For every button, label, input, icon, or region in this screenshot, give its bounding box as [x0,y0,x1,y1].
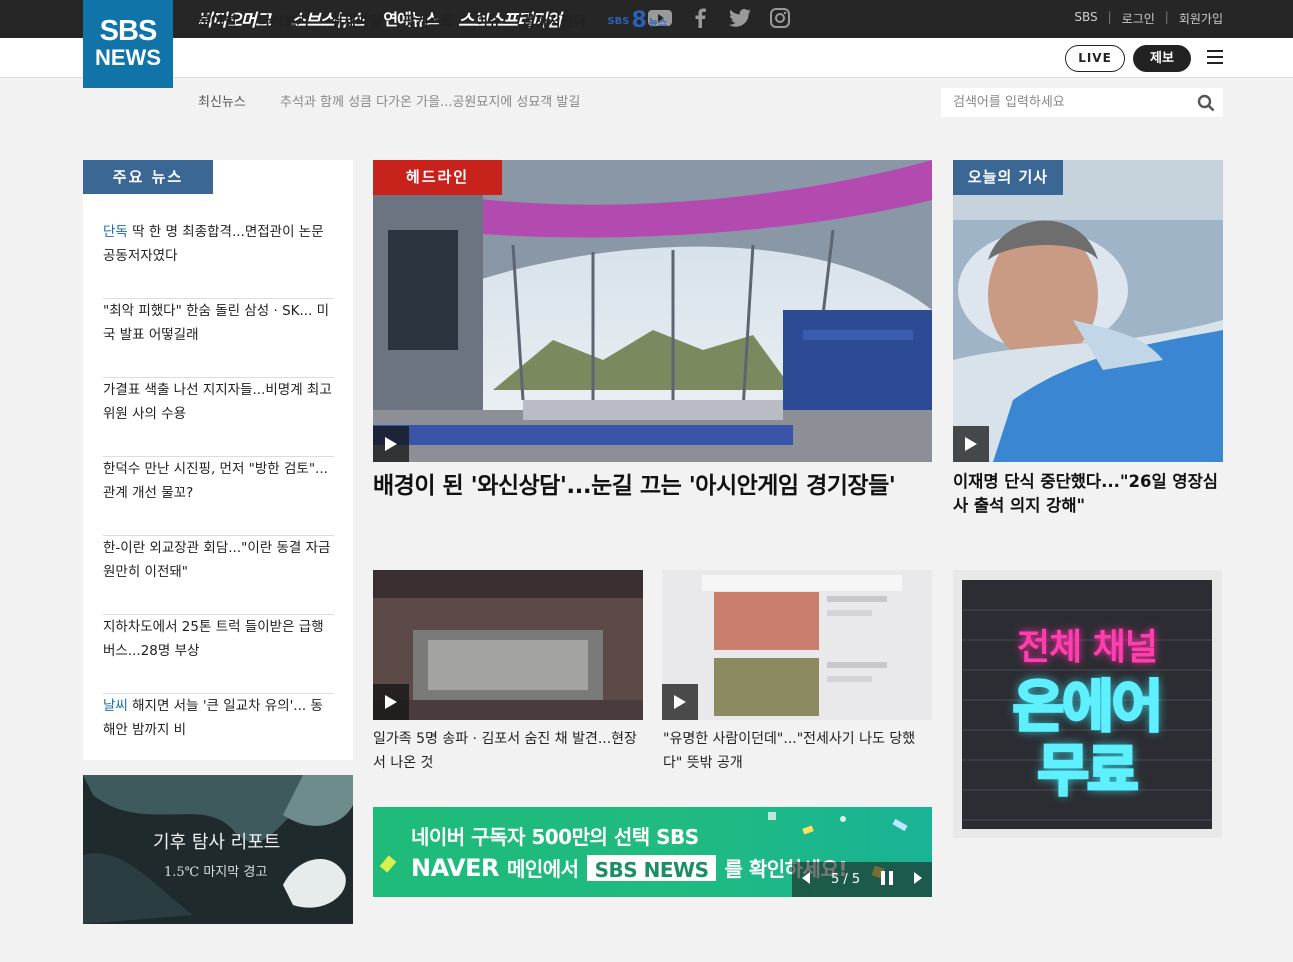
prev-arrow-icon[interactable] [802,871,810,888]
news-title: 딱 한 명 최종합격...면접관이 논문 공동저자였다 [103,224,324,264]
headline-tag: 헤드라인 [373,160,502,195]
next-arrow-icon[interactable] [914,871,922,888]
main-news-panel: 주요 뉴스 단독 딱 한 명 최종합격...면접관이 논문 공동저자였다 "최악… [83,160,353,760]
today-article-tag: 오늘의 기사 [953,160,1063,195]
news-card-title[interactable]: "유명한 사람이던데"..."전세사기 나도 당했다" 뜻밖 공개 [663,727,933,775]
sbs8-number: 8 [631,8,647,33]
latest-news-ticker[interactable]: 추석과 함께 성큼 다가온 가을...공원묘지에 성묘객 발길 [280,91,580,110]
news-title: 가결표 색출 나선 지지자들...비명계 최고위원 사의 수용 [103,382,332,422]
search-input[interactable] [941,88,1181,117]
nav-report-file[interactable]: 취재파일 [330,11,382,31]
list-item[interactable]: 날씨 해지면 서늘 '큰 일교차 유의'... 동해안 밤까지 비 [103,694,334,773]
news-card-title[interactable]: 일가족 5명 송파 · 김포서 숨진 채 발견...현장서 나온 것 [373,727,643,775]
ad-line3-text: 무료 [1036,738,1140,805]
news-title: 한-이란 외교장관 회담..."이란 동결 자금 원만히 이전돼" [103,540,331,580]
list-item[interactable]: 가결표 색출 나선 지지자들...비명계 최고위원 사의 수용 [103,378,334,457]
onair-ad[interactable]: 전체 채널 온에어 무료 [962,580,1212,829]
pager-count: 5 / 5 [830,872,861,887]
news-keyword: 단독 [103,224,128,240]
news-title: 지하차도에서 25톤 트럭 들이받은 급행버스...28명 부상 [103,619,324,659]
logo-line2: NEWS [95,45,161,70]
main-news-tag: 주요 뉴스 [83,160,213,194]
news-title: 한덕수 만난 시진핑, 먼저 "방한 검토"...관계 개선 물꼬? [103,461,328,501]
play-icon[interactable] [373,684,409,720]
menu-icon[interactable] [1207,50,1223,64]
live-button[interactable]: LIVE [1065,45,1125,72]
climate-title: 기후 탐사 리포트 [153,832,281,853]
sbs8-prefix: SBS [607,15,630,27]
play-icon[interactable] [662,684,698,720]
climate-subtitle: 1.5℃ 마지막 경고 [164,865,268,880]
ad-line2-text: 온에어 [1011,674,1165,741]
separator: | [1164,10,1169,24]
ad-line1: 전체 채널 [1016,627,1158,668]
nav-sbs8-news[interactable]: SBS 8 뉴스 [607,8,668,33]
headline-title[interactable]: 배경이 된 '와신상담'...눈길 끄는 '아시안게임 경기장들' [373,470,932,503]
main-nav: 분야별 다시보기 취재파일 팟캐스트 이슈 끝까지판다 SBS 8 뉴스 [198,8,668,33]
news-keyword: 날씨 [103,698,128,714]
sbs-news-logo[interactable]: SBS NEWS [83,0,173,88]
climate-report-banner[interactable]: 기후 탐사 리포트 1.5℃ 마지막 경고 [83,775,353,924]
nav-investigate[interactable]: 끝까지판다 [522,11,586,31]
play-icon[interactable] [953,426,989,462]
nav-category[interactable]: 분야별 [198,11,237,31]
list-item[interactable]: 단독 딱 한 명 최종합격...면접관이 논문 공동저자였다 [103,220,334,299]
facebook-icon[interactable] [688,7,712,29]
pause-icon[interactable] [881,870,894,889]
ad-line2: 온에어 무료 [962,674,1212,805]
news-card-image[interactable] [373,570,643,720]
instagram-icon[interactable] [768,7,792,29]
news-title: "최악 피했다" 한숨 돌린 삼성 · SK... 미국 발표 어떻길래 [103,303,330,343]
sbs-link[interactable]: SBS [1074,10,1097,27]
banner-line2: NAVER 메인에서 SBS NEWS 를 확인하세요! [411,853,847,882]
banner-main-word: 메인에서 [506,857,579,881]
today-article-image[interactable] [953,160,1223,462]
onair-ad-frame: 전체 채널 온에어 무료 [953,570,1222,838]
latest-news-label: 최신뉴스 [198,95,246,110]
twitter-icon[interactable] [728,7,752,29]
search-icon[interactable] [1197,94,1215,116]
nav-podcast[interactable]: 팟캐스트 [403,11,455,31]
utility-links: SBS | 로그인 | 회원가입 [1074,10,1223,27]
naver-word: NAVER [411,853,499,882]
headline-image[interactable] [373,160,932,462]
separator: | [1107,10,1112,24]
search-box [941,88,1223,117]
news-card-image[interactable] [662,570,932,720]
list-item[interactable]: 한-이란 외교장관 회담..."이란 동결 자금 원만히 이전돼" [103,536,334,615]
banner-sbs-news-box: SBS NEWS [586,854,717,882]
social-links [648,7,792,29]
news-title: 해지면 서늘 '큰 일교차 유의'... 동해안 밤까지 비 [103,698,323,738]
list-item[interactable]: "최악 피했다" 한숨 돌린 삼성 · SK... 미국 발표 어떻길래 [103,299,334,378]
banner-pager: 5 / 5 [792,862,932,897]
login-link[interactable]: 로그인 [1122,10,1155,27]
main-news-list: 단독 딱 한 명 최종합격...면접관이 논문 공동저자였다 "최악 피했다" … [103,220,334,773]
play-icon[interactable] [373,426,409,462]
logo-line1: SBS [99,15,158,47]
list-item[interactable]: 한덕수 만난 시진핑, 먼저 "방한 검토"...관계 개선 물꼬? [103,457,334,536]
today-article-title[interactable]: 이재명 단식 중단했다..."26일 영장심사 출석 의지 강해" [953,470,1223,518]
list-item[interactable]: 지하차도에서 25톤 트럭 들이받은 급행버스...28명 부상 [103,615,334,694]
nav-replay[interactable]: 다시보기 [258,11,310,31]
sbs8-suffix: 뉴스 [648,17,668,29]
join-link[interactable]: 회원가입 [1179,10,1223,27]
tip-button[interactable]: 제보 [1133,45,1191,72]
nav-issue[interactable]: 이슈 [475,11,501,31]
banner-line1: 네이버 구독자 500만의 선택 SBS [411,825,699,849]
